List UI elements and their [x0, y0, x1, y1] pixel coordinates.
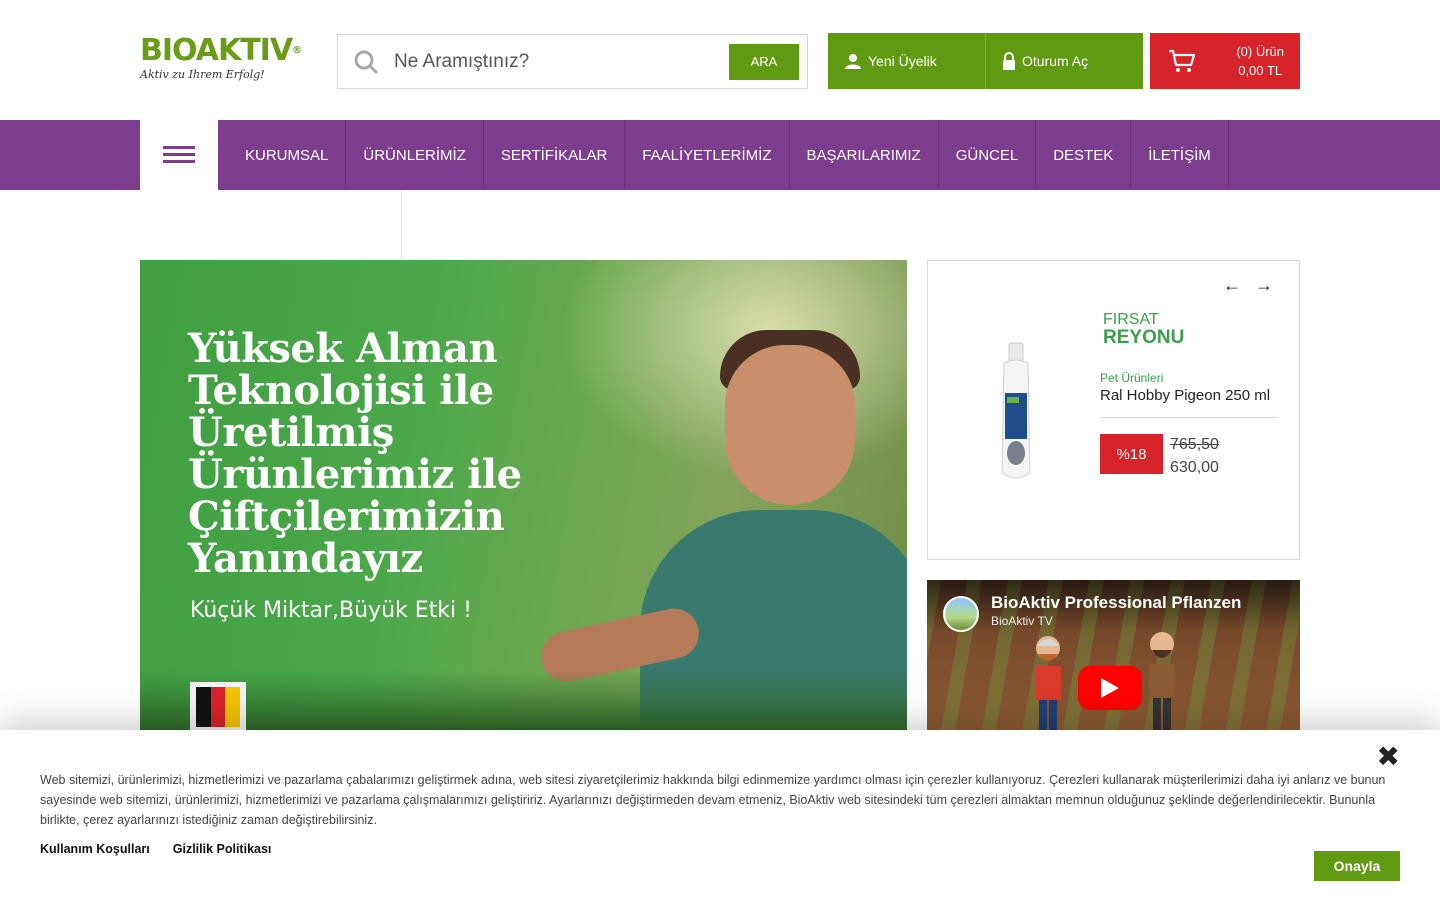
accept-cookies-button[interactable]: Onayla — [1314, 851, 1400, 881]
account-buttons: Yeni Üyelik Oturum Aç — [828, 33, 1143, 89]
nav-item-destek[interactable]: DESTEK — [1036, 120, 1132, 190]
discount-badge: %18 — [1100, 434, 1163, 474]
hero-plants — [140, 670, 907, 730]
hero-headline: Yüksek Alman Teknolojisi ile Üretilmiş Ü… — [188, 325, 522, 582]
cart-button[interactable]: (0) Ürün 0,00 TL — [1150, 33, 1300, 89]
product-category[interactable]: Pet Ürünleri — [1100, 371, 1163, 385]
hero-subline: Küçük Miktar,Büyük Etki ! — [190, 598, 472, 623]
login-label: Oturum Aç — [1022, 53, 1089, 69]
cookie-message: Web sitemizi, ürünlerimizi, hizmetlerimi… — [40, 773, 1386, 827]
deal-separator — [1100, 417, 1278, 418]
nav-item-kurumsal[interactable]: KURUMSAL — [228, 120, 347, 190]
video-character-right — [1149, 632, 1175, 730]
new-member-button[interactable]: Yeni Üyelik — [828, 33, 985, 89]
user-icon — [845, 54, 861, 69]
hero-person-face — [725, 345, 855, 505]
search-icon — [338, 35, 394, 88]
nav-item-faaliyetlerimiz[interactable]: FAALİYETLERİMİZ — [625, 120, 790, 190]
terms-link[interactable]: Kullanım Koşulları — [40, 842, 150, 856]
search-bar: ARA — [337, 34, 808, 89]
nav-items: KURUMSAL ÜRÜNLERİMİZ SERTİFİKALAR FAALİY… — [228, 120, 1229, 190]
arrow-right-icon[interactable]: → — [1255, 275, 1273, 296]
video-title[interactable]: BioAktiv Professional Pflanzen — [991, 593, 1241, 613]
play-icon — [1101, 678, 1119, 698]
nav-item-basarilarimiz[interactable]: BAŞARILARIMIZ — [790, 120, 939, 190]
deal-box: ← → FIRSAT REYONU Pet Ürünleri Ral Hobby… — [927, 260, 1300, 560]
old-price: 765,50 — [1170, 436, 1219, 453]
nav-item-guncel[interactable]: GÜNCEL — [939, 120, 1037, 190]
cart-total: 0,00 TL — [1238, 63, 1283, 78]
main-nav: KURUMSAL ÜRÜNLERİMİZ SERTİFİKALAR FAALİY… — [0, 120, 1440, 190]
lock-icon — [1003, 52, 1015, 70]
german-flag-icon — [190, 682, 246, 730]
deal-title: FIRSAT REYONU — [1103, 311, 1185, 348]
hero-banner[interactable]: Yüksek Alman Teknolojisi ile Üretilmiş Ü… — [140, 260, 907, 730]
cart-summary: (0) Ürün 0,00 TL — [1236, 42, 1284, 80]
new-member-label: Yeni Üyelik — [868, 53, 937, 69]
hamburger-icon — [163, 146, 195, 163]
search-button[interactable]: ARA — [729, 43, 799, 80]
play-button[interactable] — [1078, 666, 1142, 710]
cart-count: (0) Ürün — [1236, 44, 1284, 59]
nav-item-urunlerimiz[interactable]: ÜRÜNLERİMİZ — [346, 120, 484, 190]
logo[interactable]: BIOAKTIV® Aktiv zu Ihrem Erfolg! — [140, 33, 302, 88]
video-character-left — [1035, 636, 1061, 730]
close-icon[interactable]: ✖ — [1377, 740, 1400, 773]
video-embed[interactable]: BioAktiv Professional Pflanzen BioAktiv … — [927, 580, 1300, 730]
page: BIOAKTIV® Aktiv zu Ihrem Erfolg! ARA Yen… — [0, 0, 1440, 900]
search-input[interactable] — [394, 50, 729, 73]
product-image[interactable] — [996, 341, 1036, 483]
logo-tagline: Aktiv zu Ihrem Erfolg! — [140, 68, 265, 81]
new-price: 630,00 — [1170, 459, 1219, 476]
arrow-left-icon[interactable]: ← — [1223, 275, 1241, 296]
login-button[interactable]: Oturum Aç — [985, 33, 1143, 89]
privacy-link[interactable]: Gizlilik Politikası — [173, 842, 272, 856]
cookie-links: Kullanım Koşulları Gizlilik Politikası — [40, 842, 271, 856]
hamburger-menu-button[interactable] — [140, 120, 218, 190]
nav-item-iletisim[interactable]: İLETİŞİM — [1131, 120, 1229, 190]
channel-avatar[interactable] — [943, 596, 979, 632]
cart-icon — [1169, 49, 1196, 72]
video-channel[interactable]: BioAktiv TV — [991, 614, 1053, 628]
nav-item-sertifikalar[interactable]: SERTİFİKALAR — [484, 120, 626, 190]
deal-arrows: ← → — [1223, 275, 1273, 296]
divider — [401, 190, 402, 260]
cookie-banner: ✖ Web sitemizi, ürünlerimizi, hizmetleri… — [0, 730, 1440, 900]
logo-text: BIOAKTIV® — [140, 33, 302, 68]
product-name[interactable]: Ral Hobby Pigeon 250 ml — [1100, 387, 1270, 404]
